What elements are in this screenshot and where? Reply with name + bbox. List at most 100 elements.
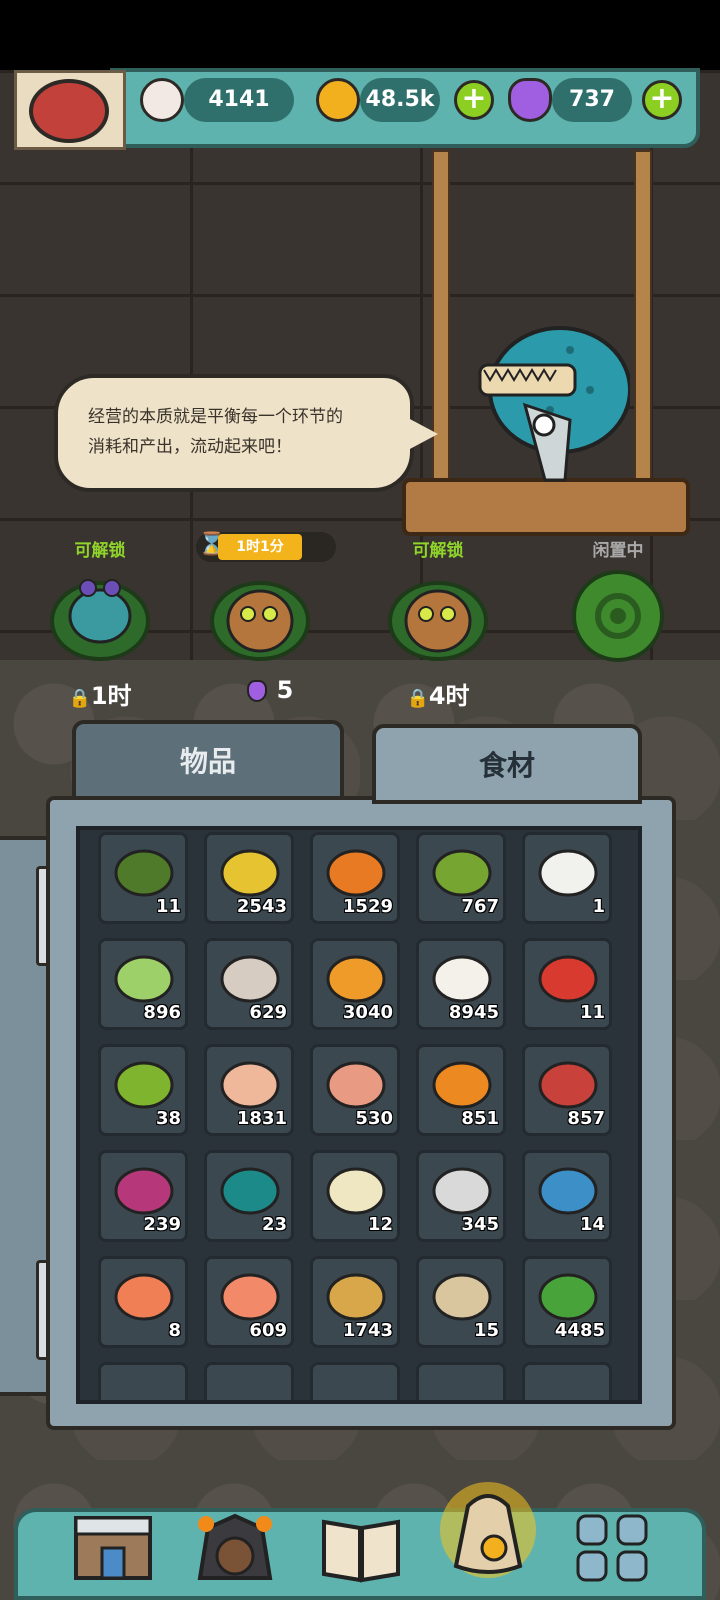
ingredient-slot[interactable]: 896 xyxy=(98,938,188,1030)
ingredient-slot[interactable]: 8 xyxy=(98,1256,188,1348)
ingredient-count: 12 xyxy=(367,1214,393,1235)
shrimp-icon xyxy=(111,1267,177,1323)
strawberry-icon xyxy=(535,949,601,1005)
ingredient-slot[interactable]: 8945 xyxy=(416,938,506,1030)
lock-icon: 🔒 xyxy=(406,688,429,709)
ingredient-slot[interactable] xyxy=(310,1362,400,1400)
rice-icon xyxy=(535,843,601,899)
coins-count: 48.5k xyxy=(360,78,440,122)
ingredient-count: 1 xyxy=(592,896,605,917)
ingredient-count: 1831 xyxy=(236,1108,287,1129)
ingredient-count: 1743 xyxy=(342,1320,393,1341)
ingredient-slot[interactable]: 767 xyxy=(416,832,506,924)
ingredient-count: 851 xyxy=(461,1108,499,1129)
ingredient-slot[interactable]: 38 xyxy=(98,1044,188,1136)
player-avatar-frame[interactable] xyxy=(14,70,126,150)
tab-items[interactable]: 物品 xyxy=(72,720,344,800)
ingredient-count: 11 xyxy=(579,1002,605,1023)
add-potions-button[interactable]: + xyxy=(642,80,682,120)
ingredient-slot[interactable]: 23 xyxy=(204,1150,294,1242)
ingredient-count: 4485 xyxy=(554,1320,605,1341)
ingredient-slot[interactable]: 4485 xyxy=(522,1256,612,1348)
ingredient-count: 11 xyxy=(155,896,181,917)
potato-icon xyxy=(323,1267,389,1323)
ingredient-slot[interactable]: 629 xyxy=(204,938,294,1030)
ingredient-slot[interactable]: 345 xyxy=(416,1150,506,1242)
oyster-icon xyxy=(217,949,283,1005)
ingredient-count: 530 xyxy=(355,1108,393,1129)
rope-right xyxy=(634,150,652,490)
ingredient-count: 1529 xyxy=(342,896,393,917)
more-nav-button[interactable] xyxy=(568,1508,658,1588)
salt-icon xyxy=(429,949,495,1005)
potion-icon xyxy=(246,680,267,702)
ingredient-slot[interactable] xyxy=(522,1362,612,1400)
monster-nav-button[interactable] xyxy=(190,1508,280,1588)
ingredient-slot[interactable] xyxy=(416,1362,506,1400)
ingredient-slot[interactable]: 239 xyxy=(98,1150,188,1242)
ingredient-slot[interactable]: 14 xyxy=(522,1150,612,1242)
ingredient-slot[interactable]: 1743 xyxy=(310,1256,400,1348)
ingredient-slot[interactable] xyxy=(98,1362,188,1400)
ingredient-count: 857 xyxy=(567,1108,605,1129)
blue-crab-icon xyxy=(535,1161,601,1217)
ingredient-slot[interactable]: 1831 xyxy=(204,1044,294,1136)
bitter-melon-icon xyxy=(429,843,495,899)
ingredient-count: 8945 xyxy=(448,1002,499,1023)
ingredient-count: 767 xyxy=(461,896,499,917)
potions-count: 737 xyxy=(552,78,632,122)
ingredient-count: 609 xyxy=(249,1320,287,1341)
ingredient-slot[interactable]: 11 xyxy=(522,938,612,1030)
ingredient-slot[interactable]: 2543 xyxy=(204,832,294,924)
station-3-unlock-time: 🔒4时 xyxy=(406,682,470,710)
ingredient-slot[interactable]: 530 xyxy=(310,1044,400,1136)
ingredient-count: 38 xyxy=(155,1108,181,1129)
ingredient-slot[interactable]: 15 xyxy=(416,1256,506,1348)
ingredient-count: 629 xyxy=(249,1002,287,1023)
station-3-root-creature[interactable] xyxy=(378,566,498,666)
ingredient-slot[interactable]: 12 xyxy=(310,1150,400,1242)
inventory-bag-nav-button[interactable] xyxy=(438,1466,538,1586)
speech-line-2: 消耗和产出，流动起来吧！ xyxy=(88,437,292,457)
coin-icon xyxy=(316,78,360,122)
station-2-root-creature[interactable] xyxy=(200,566,320,666)
milk-carton-icon xyxy=(429,1161,495,1217)
recipe-book-nav-button[interactable] xyxy=(316,1508,406,1588)
eyeball-icon xyxy=(140,78,184,122)
ingredient-count: 896 xyxy=(143,1002,181,1023)
ingredient-count: 239 xyxy=(143,1214,181,1235)
conch-icon xyxy=(429,1267,495,1323)
lock-icon: 🔒 xyxy=(68,688,91,709)
station-1-status: 可解锁 xyxy=(74,541,126,561)
ingredient-slot[interactable] xyxy=(204,1362,294,1400)
tab-ingredients[interactable]: 食材 xyxy=(372,724,642,804)
fish-monster-character[interactable] xyxy=(470,310,632,490)
ingredient-slot[interactable]: 609 xyxy=(204,1256,294,1348)
ingredient-slot[interactable]: 1529 xyxy=(310,832,400,924)
ingredient-slot[interactable]: 1 xyxy=(522,832,612,924)
seaweed-icon xyxy=(111,843,177,899)
banana-icon xyxy=(323,1161,389,1217)
ingredient-slot[interactable]: 857 xyxy=(522,1044,612,1136)
speech-line-1: 经营的本质就是平衡每一个环节的 xyxy=(88,407,343,427)
ingredient-count: 2543 xyxy=(236,896,287,917)
ingredient-slot[interactable]: 851 xyxy=(416,1044,506,1136)
potion-icon xyxy=(508,78,552,122)
station-3-status: 可解锁 xyxy=(412,541,464,561)
onion-icon xyxy=(111,1161,177,1217)
eyes-count: 4141 xyxy=(184,78,294,122)
station-4-idle-slot[interactable] xyxy=(558,566,678,666)
add-coins-button[interactable]: + xyxy=(454,80,494,120)
station-1-snail-creature[interactable] xyxy=(40,566,160,666)
ingredient-grid: 11 2543 1529 767 1 896 629 3040 8945 11 38 1831 530 8… xyxy=(76,826,642,1404)
ingredient-slot[interactable]: 11 xyxy=(98,832,188,924)
ingredient-count: 15 xyxy=(473,1320,499,1341)
ingredient-count: 345 xyxy=(461,1214,499,1235)
shop-nav-button[interactable] xyxy=(68,1508,158,1588)
speech-bubble: 经营的本质就是平衡每一个环节的 消耗和产出，流动起来吧！ xyxy=(54,374,414,492)
ingredient-count: 23 xyxy=(261,1214,287,1235)
speech-bubble-tail xyxy=(408,418,438,450)
ingredient-count: 3040 xyxy=(342,1002,393,1023)
station-2-timer: 1时1分 xyxy=(218,534,302,560)
ingredient-slot[interactable]: 3040 xyxy=(310,938,400,1030)
